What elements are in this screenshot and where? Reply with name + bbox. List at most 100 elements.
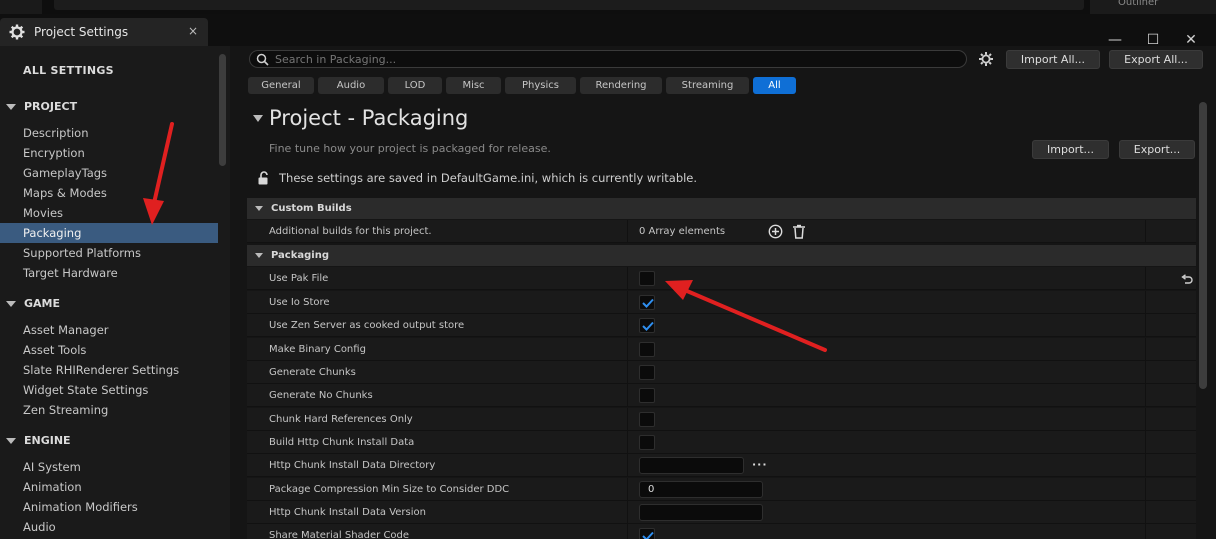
- trash-icon[interactable]: [792, 224, 806, 239]
- sidebar-item-encryption[interactable]: Encryption: [0, 143, 218, 163]
- setting-label: Use Pak File: [269, 273, 329, 284]
- import-button[interactable]: Import...: [1032, 140, 1109, 159]
- binary-config-checkbox[interactable]: [639, 342, 655, 357]
- category-custom-builds[interactable]: Custom Builds: [247, 198, 1196, 219]
- tab-rendering[interactable]: Rendering: [580, 77, 662, 94]
- all-settings-link[interactable]: ALL SETTINGS: [23, 64, 114, 77]
- check-icon: [642, 321, 654, 331]
- collapse-arrow-icon: [6, 103, 16, 110]
- tab-audio[interactable]: Audio: [318, 77, 384, 94]
- column-divider: [627, 314, 628, 337]
- collapse-arrow-icon: [6, 437, 16, 444]
- setting-label: Package Compression Min Size to Consider…: [269, 484, 510, 495]
- add-element-icon[interactable]: [768, 224, 783, 239]
- page-subtitle: Fine tune how your project is packaged f…: [269, 142, 551, 155]
- column-divider: [1145, 431, 1146, 454]
- section-label: PROJECT: [24, 100, 78, 113]
- section-label: GAME: [24, 297, 61, 310]
- main-scrollbar[interactable]: [1199, 102, 1207, 389]
- sidebar-item-zen-streaming[interactable]: Zen Streaming: [0, 400, 218, 420]
- sidebar-item-slate-rhirenderer[interactable]: Slate RHIRenderer Settings: [0, 360, 218, 380]
- browse-ellipsis-icon[interactable]: ···: [752, 458, 768, 471]
- use-pak-file-checkbox[interactable]: [639, 271, 655, 286]
- gear-icon[interactable]: [978, 51, 994, 67]
- export-all-button[interactable]: Export All...: [1109, 50, 1203, 69]
- tab-general[interactable]: General: [248, 77, 314, 94]
- setting-row-use-io-store: Use Io Store: [247, 291, 1196, 314]
- share-material-shader-checkbox[interactable]: [639, 528, 655, 539]
- setting-label: Generate No Chunks: [269, 390, 373, 401]
- sidebar-item-target-hardware[interactable]: Target Hardware: [0, 263, 218, 283]
- section-engine[interactable]: ENGINE: [6, 434, 71, 447]
- close-tab-icon[interactable]: ×: [188, 24, 198, 38]
- column-divider: [627, 338, 628, 361]
- sidebar-item-gameplaytags[interactable]: GameplayTags: [0, 163, 218, 183]
- tab-streaming[interactable]: Streaming: [666, 77, 749, 94]
- sidebar-item-widget-state[interactable]: Widget State Settings: [0, 380, 218, 400]
- http-chunk-directory-field[interactable]: [639, 457, 744, 474]
- search-input[interactable]: [275, 52, 955, 66]
- collapse-arrow-icon: [253, 114, 263, 122]
- setting-row-http-chunk-version: Http Chunk Install Data Version: [247, 501, 1196, 524]
- setting-label: Http Chunk Install Data Version: [269, 507, 426, 518]
- column-divider: [1145, 291, 1146, 314]
- compression-min-size-field[interactable]: 0: [639, 481, 763, 498]
- top-toolbar: [54, 0, 1084, 10]
- column-divider: [1145, 501, 1146, 524]
- column-divider: [1145, 267, 1146, 290]
- section-project[interactable]: PROJECT: [6, 100, 77, 113]
- settings-cog-icon: [8, 23, 26, 41]
- sidebar-item-maps-modes[interactable]: Maps & Modes: [0, 183, 218, 203]
- column-divider: [627, 291, 628, 314]
- writable-text: These settings are saved in DefaultGame.…: [279, 171, 698, 185]
- collapse-arrow-icon: [255, 206, 263, 211]
- writable-notice: These settings are saved in DefaultGame.…: [257, 171, 697, 185]
- sidebar-item-description[interactable]: Description: [0, 123, 218, 143]
- http-chunk-version-field[interactable]: [639, 504, 763, 521]
- column-divider: [1145, 314, 1146, 337]
- sidebar-item-supported-platforms[interactable]: Supported Platforms: [0, 243, 218, 263]
- sidebar-item-asset-manager[interactable]: Asset Manager: [0, 320, 218, 340]
- outliner-tab[interactable]: Outliner: [1090, 0, 1216, 14]
- sidebar-item-ai-system[interactable]: AI System: [0, 457, 218, 477]
- sidebar-item-movies[interactable]: Movies: [0, 203, 218, 223]
- page-title-row[interactable]: Project - Packaging: [253, 106, 468, 130]
- category-packaging[interactable]: Packaging: [247, 245, 1196, 266]
- build-http-chunk-checkbox[interactable]: [639, 435, 655, 450]
- reset-to-default-icon[interactable]: [1180, 272, 1193, 285]
- tab-lod[interactable]: LOD: [388, 77, 442, 94]
- category-label: Packaging: [271, 250, 329, 261]
- project-settings-tab[interactable]: Project Settings ×: [0, 18, 208, 46]
- zen-server-checkbox[interactable]: [639, 318, 655, 333]
- setting-row-build-http-chunk: Build Http Chunk Install Data: [247, 431, 1196, 454]
- previous-tab[interactable]: [0, 0, 42, 14]
- column-divider: [627, 384, 628, 407]
- column-divider: [627, 220, 628, 243]
- search-box[interactable]: [249, 50, 967, 68]
- setting-label: Use Io Store: [269, 297, 330, 308]
- sidebar-item-animation[interactable]: Animation: [0, 477, 218, 497]
- import-all-button[interactable]: Import All...: [1006, 50, 1100, 69]
- setting-row-generate-chunks: Generate Chunks: [247, 361, 1196, 384]
- setting-row-chunk-hard-references: Chunk Hard References Only: [247, 408, 1196, 431]
- sidebar-scrollbar[interactable]: [219, 54, 226, 166]
- sidebar-item-asset-tools[interactable]: Asset Tools: [0, 340, 218, 360]
- generate-chunks-checkbox[interactable]: [639, 365, 655, 380]
- generate-no-chunks-checkbox[interactable]: [639, 388, 655, 403]
- tab-misc[interactable]: Misc: [446, 77, 501, 94]
- tab-physics[interactable]: Physics: [505, 77, 576, 94]
- sidebar-item-packaging[interactable]: Packaging: [0, 223, 218, 243]
- export-button[interactable]: Export...: [1119, 140, 1195, 159]
- array-count: 0 Array elements: [639, 226, 726, 237]
- setting-row-http-chunk-directory: Http Chunk Install Data Directory ···: [247, 454, 1196, 477]
- use-io-store-checkbox[interactable]: [639, 295, 655, 310]
- sidebar-item-audio[interactable]: Audio: [0, 517, 218, 537]
- page-title: Project - Packaging: [269, 106, 469, 130]
- tab-all[interactable]: All: [753, 77, 796, 94]
- column-divider: [627, 267, 628, 290]
- section-game[interactable]: GAME: [6, 297, 60, 310]
- top-strip: Outliner: [0, 0, 1216, 14]
- chunk-hard-references-checkbox[interactable]: [639, 412, 655, 427]
- sidebar-item-animation-modifiers[interactable]: Animation Modifiers: [0, 497, 218, 517]
- column-divider: [1145, 524, 1146, 539]
